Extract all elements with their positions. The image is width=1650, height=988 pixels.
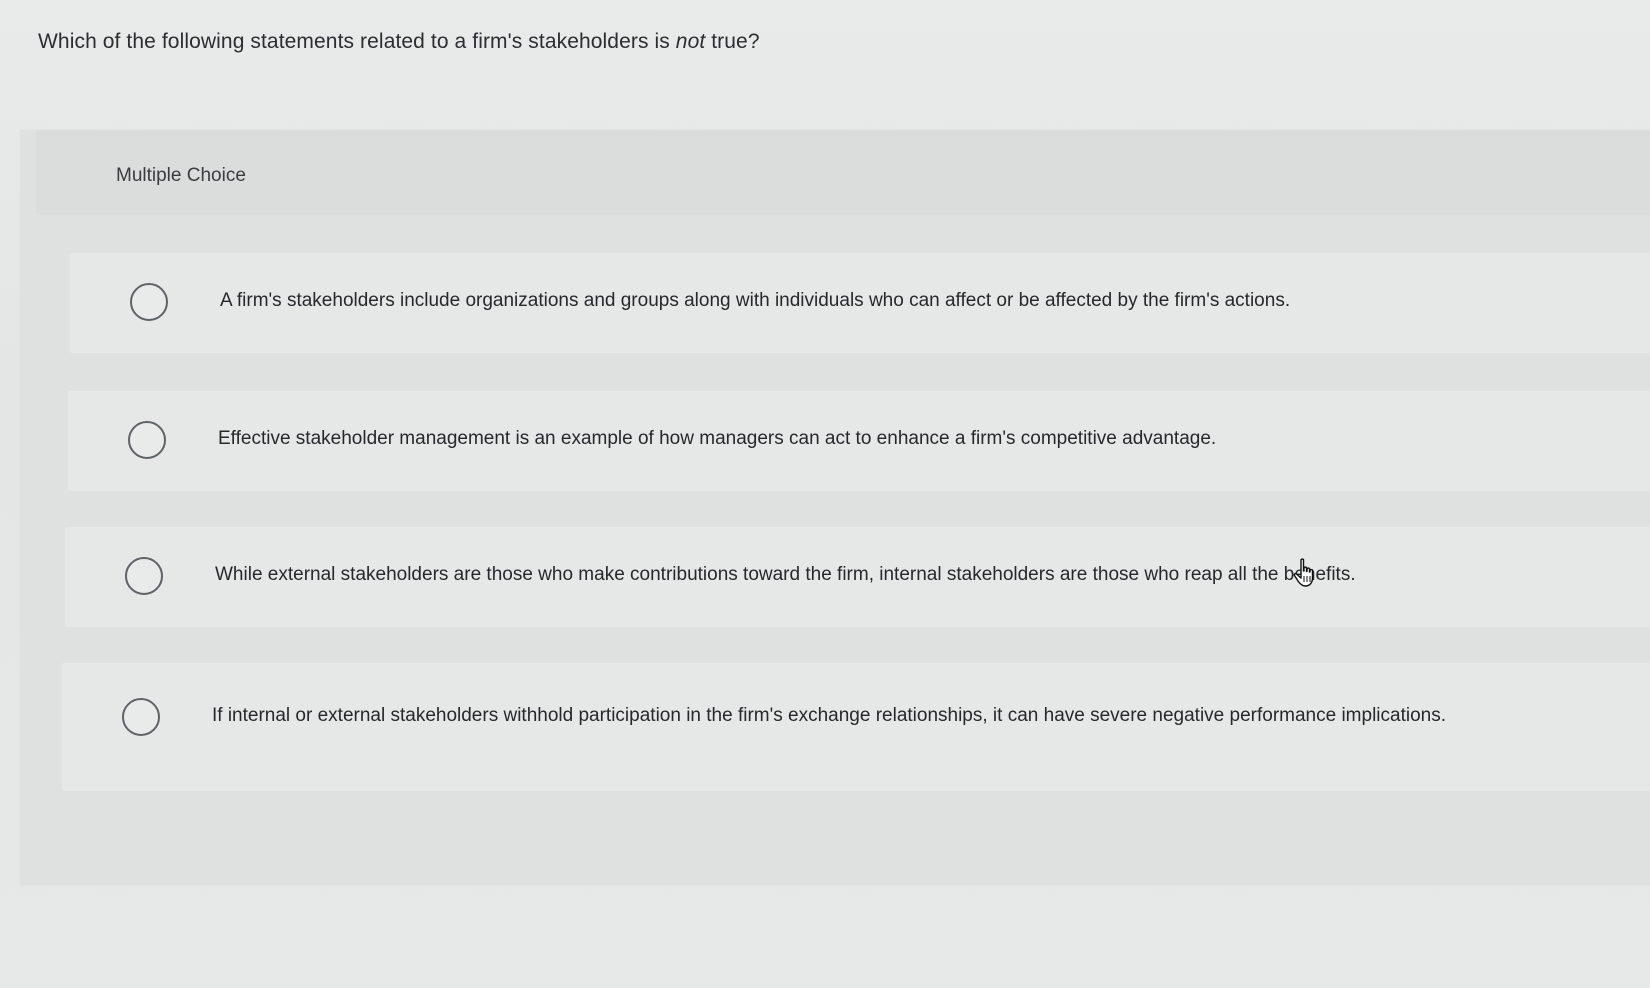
question-text: Which of the following statements relate… <box>38 30 760 54</box>
multiple-choice-header: Multiple Choice <box>36 130 1650 215</box>
answer-option-2-text: Effective stakeholder management is an e… <box>218 428 1217 449</box>
answer-option-1[interactable]: A firm's stakeholders include organizati… <box>70 253 1650 353</box>
answer-option-3[interactable]: While external stakeholders are those wh… <box>65 527 1650 627</box>
question-prefix: Which of the following statements relate… <box>38 30 676 53</box>
answer-option-2[interactable]: Effective stakeholder management is an e… <box>68 391 1650 491</box>
radio-unchecked-icon[interactable] <box>128 421 166 459</box>
multiple-choice-panel: Multiple Choice A firm's stakeholders in… <box>20 130 1650 885</box>
radio-unchecked-icon[interactable] <box>125 557 163 595</box>
answer-option-1-text: A firm's stakeholders include organizati… <box>220 290 1291 311</box>
answer-option-4-text: If internal or external stakeholders wit… <box>212 705 1446 726</box>
question-emphasis: not <box>675 30 706 53</box>
radio-unchecked-icon[interactable] <box>130 283 168 321</box>
answer-option-4[interactable]: If internal or external stakeholders wit… <box>62 663 1650 791</box>
multiple-choice-label: Multiple Choice <box>116 165 246 186</box>
radio-unchecked-icon[interactable] <box>122 698 160 736</box>
hand-pointer-cursor-icon <box>1293 558 1314 587</box>
question-suffix: true? <box>705 30 760 53</box>
answer-option-3-text: While external stakeholders are those wh… <box>215 564 1356 585</box>
